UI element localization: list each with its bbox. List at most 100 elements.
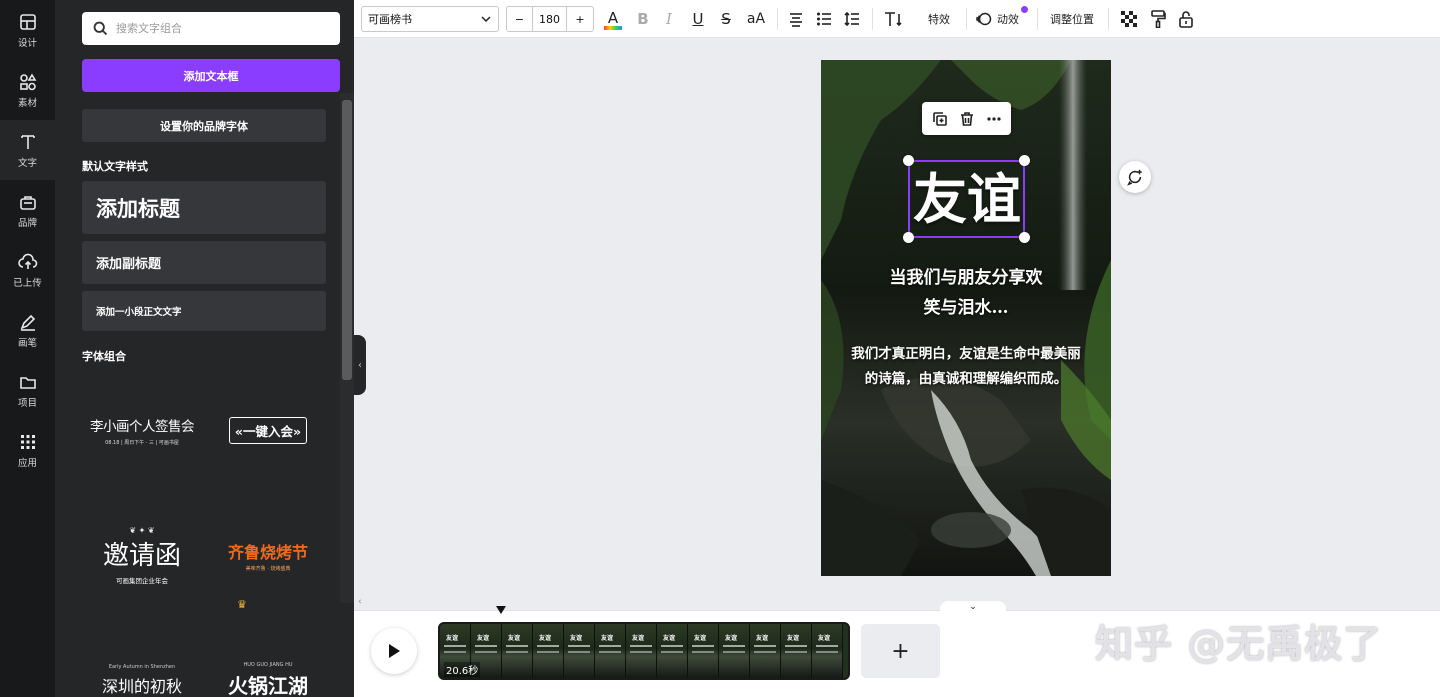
align-center-button[interactable] — [784, 0, 808, 38]
rail-draw[interactable]: 画笔 — [0, 300, 55, 360]
element-actions-menu — [922, 102, 1011, 135]
rail-label: 文字 — [17, 157, 37, 169]
default-styles-title: 默认文字样式 — [82, 160, 148, 173]
subtitle-line: 当我们与朋友分享欢 — [889, 268, 1043, 288]
body-line: 我们才真正明白，友谊是生命中最美丽 — [851, 346, 1081, 362]
combo-title: «一键入会» — [228, 416, 308, 444]
frame-label: 友谊 — [787, 635, 800, 642]
font-combo-card[interactable]: 李小画个人签售会 08.18 | 周日下午 · 三 | 可画书屋 — [82, 390, 202, 470]
clip-frame: 友谊 — [533, 624, 564, 678]
hide-timeline-button[interactable]: ⌄ — [940, 601, 1006, 613]
body-text[interactable]: 我们才真正明白，友谊是生命中最美丽 的诗篇，由真诚和理解编织而成。 — [821, 342, 1111, 392]
rail-label: 画笔 — [17, 337, 37, 349]
scroll-left-arrow[interactable]: ‹ — [358, 597, 362, 607]
play-button[interactable] — [371, 628, 417, 674]
letter-case-button[interactable]: aA — [743, 0, 769, 38]
bold-button[interactable]: B — [632, 0, 654, 38]
resize-handle-bottom-right[interactable] — [1019, 232, 1030, 243]
font-size-stepper: − 180 + — [506, 6, 594, 32]
upload-icon — [17, 253, 37, 269]
combo-ornament: ❦ ✦ ❦ — [129, 525, 155, 535]
add-body-card[interactable]: 添加一小段正文文字 — [82, 291, 326, 331]
rail-design[interactable]: 设计 — [0, 0, 55, 60]
body-line: 的诗篇，由真诚和理解编织而成。 — [864, 371, 1068, 387]
italic-button[interactable]: I — [658, 0, 680, 38]
brand-font-button[interactable]: 设置你的品牌字体 — [82, 109, 326, 142]
font-combo-card[interactable]: ❦ ✦ ❦ 邀请函 可画集团企业年会 — [82, 515, 202, 595]
combo-title: 火锅江湖 — [228, 673, 308, 697]
search-icon — [93, 21, 108, 36]
strikethrough-button[interactable]: S — [715, 0, 737, 38]
list-button[interactable] — [812, 0, 836, 38]
rail-uploads[interactable]: 已上传 — [0, 240, 55, 300]
rail-brand[interactable]: 品牌 — [0, 180, 55, 240]
search-box[interactable] — [82, 12, 340, 45]
add-subheading-card[interactable]: 添加副标题 — [82, 241, 326, 284]
transparency-icon — [1121, 11, 1137, 27]
subtitle-line: 笑与泪水… — [923, 298, 1009, 318]
vertical-text-button[interactable] — [881, 0, 905, 38]
font-combo-card[interactable]: Early Autumn in Shenzhen 深圳的初秋 — [82, 640, 202, 697]
lock-button[interactable] — [1175, 0, 1197, 38]
text-color-button[interactable]: A — [602, 0, 624, 38]
layout-icon — [19, 13, 36, 30]
rail-label: 品牌 — [17, 217, 37, 229]
clip-frame: 友谊 — [595, 624, 626, 678]
animate-label: 动效 — [997, 13, 1019, 26]
chevron-down-icon — [481, 16, 491, 23]
delete-button[interactable] — [956, 108, 978, 130]
subtitle-text[interactable]: 当我们与朋友分享欢 笑与泪水… — [821, 263, 1111, 323]
more-icon — [986, 116, 1001, 121]
more-options-button[interactable] — [983, 108, 1005, 130]
resize-handle-bottom-left[interactable] — [903, 232, 914, 243]
play-icon — [389, 644, 400, 658]
panel-scrollbar-thumb[interactable] — [342, 100, 352, 380]
resize-handle-top-right[interactable] — [1019, 155, 1030, 166]
font-combo-card[interactable]: HUO GUO JIANG HU 火锅江湖 — [208, 640, 328, 697]
trash-icon — [960, 111, 973, 126]
font-combo-card[interactable]: «一键入会» — [208, 390, 328, 470]
effects-button[interactable]: 特效 — [921, 0, 957, 38]
clip-frame: 友谊 — [626, 624, 657, 678]
font-family-select[interactable]: 可画榜书 — [361, 6, 499, 32]
toolbar-divider — [1037, 8, 1038, 30]
folder-icon — [19, 376, 36, 389]
font-size-input[interactable]: 180 — [533, 7, 567, 31]
combo-title: 李小画个人签售会 — [90, 418, 195, 435]
animate-button[interactable]: 动效 — [976, 0, 1028, 38]
rail-text[interactable]: 文字 — [0, 120, 55, 180]
apps-icon — [20, 434, 35, 449]
position-button[interactable]: 调整位置 — [1046, 0, 1098, 38]
spacing-button[interactable] — [840, 0, 864, 38]
font-combo-card[interactable]: 齐鲁烧烤节 美味齐鲁 · 烧烤盛典 — [208, 515, 328, 595]
frame-label: 友谊 — [756, 635, 769, 642]
underline-button[interactable]: U — [687, 0, 709, 38]
rail-label: 项目 — [17, 397, 37, 409]
rail-apps[interactable]: 应用 — [0, 420, 55, 480]
combo-title: 深圳的初秋 — [101, 676, 182, 696]
decrease-size-button[interactable]: − — [507, 7, 533, 31]
timeline-clip[interactable]: 友谊 友谊 友谊 友谊 友谊 友谊 友谊 友谊 友谊 友谊 友谊 友谊 友谊 — [438, 622, 850, 680]
add-page-button[interactable]: + — [861, 624, 940, 678]
rail-label: 设计 — [17, 37, 37, 49]
add-heading-card[interactable]: 添加标题 — [82, 181, 326, 234]
add-comment-button[interactable] — [1119, 161, 1151, 193]
rail-label: 已上传 — [13, 277, 42, 289]
elements-icon — [19, 72, 36, 90]
rail-elements[interactable]: 素材 — [0, 60, 55, 120]
transparency-button[interactable] — [1118, 0, 1140, 38]
rail-projects[interactable]: 项目 — [0, 360, 55, 420]
search-input[interactable] — [116, 22, 316, 35]
resize-handle-top-left[interactable] — [903, 155, 914, 166]
frame-label: 友谊 — [694, 635, 707, 642]
duplicate-button[interactable] — [929, 108, 951, 130]
add-textbox-button[interactable]: 添加文本框 — [82, 59, 340, 92]
increase-size-button[interactable]: + — [567, 7, 593, 31]
frame-label: 友谊 — [446, 635, 459, 642]
line-spacing-icon — [844, 11, 859, 27]
unlock-icon — [1179, 11, 1193, 28]
comment-plus-icon — [1127, 169, 1142, 186]
playhead-marker[interactable] — [496, 606, 506, 614]
copy-style-button[interactable] — [1147, 0, 1169, 38]
paint-roller-icon — [1151, 10, 1166, 28]
